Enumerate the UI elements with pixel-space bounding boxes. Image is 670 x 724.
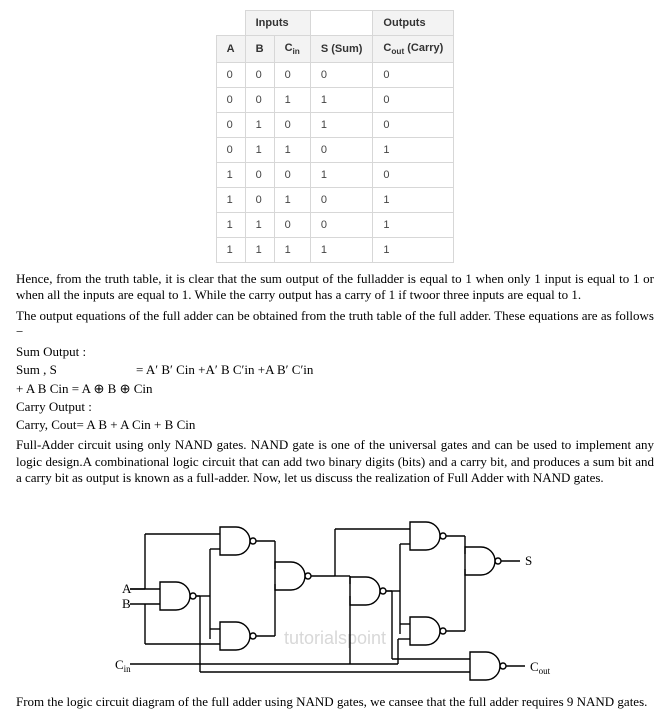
carry-output-header: Carry Output : (16, 399, 654, 415)
paragraph-1: Hence, from the truth table, it is clear… (16, 271, 654, 304)
table-row: 11111 (216, 238, 454, 263)
cell: 1 (373, 213, 454, 238)
cell: 0 (373, 88, 454, 113)
table-row: 10101 (216, 188, 454, 213)
table-row: 11001 (216, 213, 454, 238)
cell: 1 (310, 88, 373, 113)
truth-table: Inputs Outputs A B Cin S (Sum) Cout (Car… (216, 10, 455, 263)
cell: 1 (373, 138, 454, 163)
cell: 0 (245, 88, 274, 113)
cell: 0 (274, 63, 310, 88)
paragraph-2: The output equations of the full adder c… (16, 308, 654, 341)
truth-table-wrap: Inputs Outputs A B Cin S (Sum) Cout (Car… (16, 10, 654, 263)
cell: 0 (310, 63, 373, 88)
cell: 1 (245, 113, 274, 138)
carry-equation: Carry, Cout= A B + A Cin + B Cin (16, 417, 654, 433)
label-cin: Cin (115, 657, 131, 674)
cell: 0 (216, 113, 245, 138)
cell: 0 (216, 63, 245, 88)
col-a: A (216, 36, 245, 63)
cell: 0 (274, 113, 310, 138)
col-cin: Cin (274, 36, 310, 63)
cell: 1 (373, 188, 454, 213)
cell: 0 (373, 163, 454, 188)
table-row: 00000 (216, 63, 454, 88)
cell: 0 (274, 213, 310, 238)
cell: 0 (373, 113, 454, 138)
cell: 0 (373, 63, 454, 88)
cell: 0 (310, 188, 373, 213)
col-sum: S (Sum) (310, 36, 373, 63)
table-row: 10010 (216, 163, 454, 188)
cell: 1 (274, 188, 310, 213)
label-b: B (122, 596, 131, 611)
paragraph-4: From the logic circuit diagram of the fu… (16, 694, 654, 710)
sum-equation-2: + A B Cin = A ⊕ B ⊕ Cin (16, 381, 654, 397)
watermark-text: tutorialspoint (284, 628, 386, 648)
cell: 0 (310, 138, 373, 163)
col-b: B (245, 36, 274, 63)
label-s: S (525, 553, 532, 568)
cell: 1 (216, 238, 245, 263)
cell: 1 (245, 238, 274, 263)
sum-output-header: Sum Output : (16, 344, 654, 360)
cell: 1 (274, 138, 310, 163)
col-cout: Cout (Carry) (373, 36, 454, 63)
cell: 1 (274, 238, 310, 263)
cell: 1 (216, 163, 245, 188)
cell: 1 (274, 88, 310, 113)
paragraph-3: Full-Adder circuit using only NAND gates… (16, 437, 654, 486)
cell: 1 (310, 163, 373, 188)
table-row: 00110 (216, 88, 454, 113)
cell: 0 (245, 188, 274, 213)
table-row: 01101 (216, 138, 454, 163)
cell: 1 (245, 213, 274, 238)
cell: 1 (310, 238, 373, 263)
cell: 0 (216, 88, 245, 113)
cell: 0 (245, 163, 274, 188)
label-cout: Cout (530, 659, 551, 676)
cell: 1 (216, 213, 245, 238)
cell: 1 (310, 113, 373, 138)
full-adder-nand-diagram: tutorialspoint (16, 494, 654, 684)
table-row: 01010 (216, 113, 454, 138)
cell: 0 (216, 138, 245, 163)
label-a: A (122, 581, 132, 596)
cell: 1 (216, 188, 245, 213)
col-group-inputs: Inputs (245, 11, 310, 36)
cell: 0 (245, 63, 274, 88)
col-group-outputs: Outputs (373, 11, 454, 36)
cell: 1 (245, 138, 274, 163)
cell: 0 (274, 163, 310, 188)
cell: 0 (310, 213, 373, 238)
sum-equation-1: Sum , S= A′ B′ Cin +A′ B C′in +A B′ C′in (16, 362, 654, 378)
cell: 1 (373, 238, 454, 263)
